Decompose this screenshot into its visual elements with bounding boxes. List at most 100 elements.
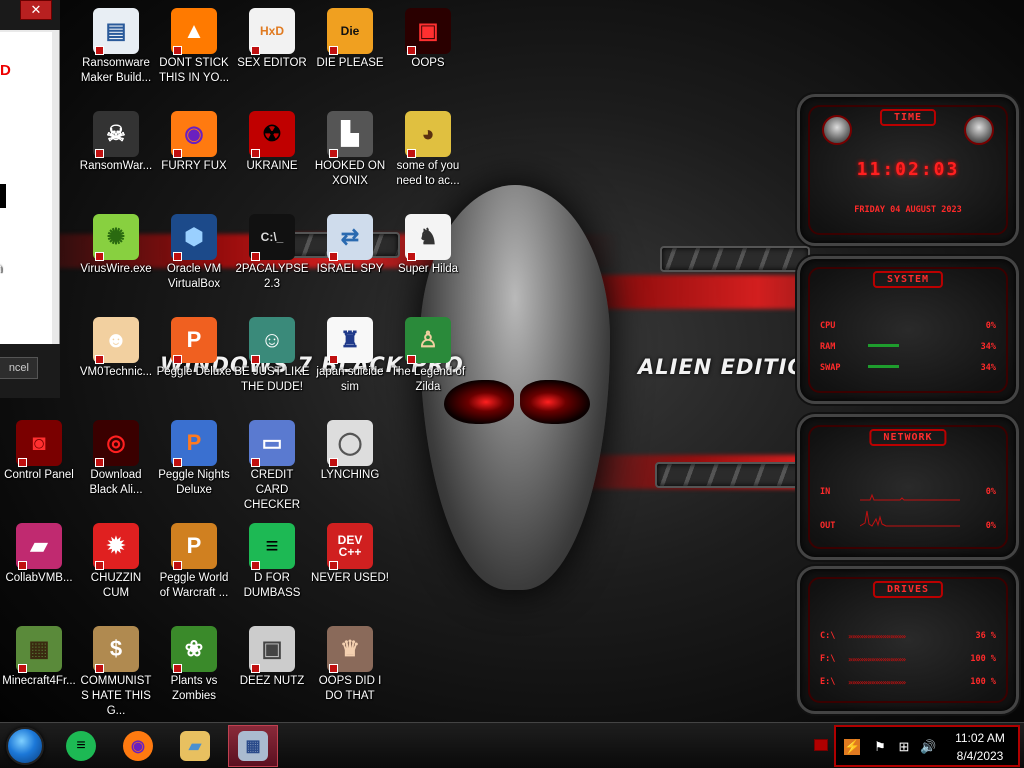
network-row-value: 0% bbox=[985, 521, 996, 531]
shortcut-arrow-icon bbox=[329, 561, 338, 570]
shortcut-arrow-icon bbox=[407, 149, 416, 158]
desktop-icon-image: ▙ bbox=[327, 111, 373, 158]
clock-gadget[interactable]: TIME 11:02:03 FRIDAY 04 AUGUST 2023 bbox=[797, 94, 1019, 246]
desktop-icon-image: ♛ bbox=[327, 626, 373, 673]
shortcut-arrow-icon bbox=[329, 46, 338, 55]
icon-glyph: ◙ bbox=[32, 430, 46, 455]
tray-clock-time[interactable]: 11:02 AM bbox=[950, 731, 1010, 745]
desktop-icon[interactable]: ▦ Minecraft4Fr... bbox=[0, 626, 78, 689]
desktop-icon-label: 2PACALYPSE 2.3 bbox=[235, 263, 309, 290]
desktop-icon[interactable]: ▭ CREDIT CARD CHECKER bbox=[233, 420, 311, 513]
tray-clock-date[interactable]: 8/4/2023 bbox=[950, 749, 1010, 763]
desktop-icon[interactable]: ⬢ Oracle VM VirtualBox bbox=[155, 214, 233, 292]
desktop-icon-image: ▦ bbox=[16, 626, 62, 673]
drives-gadget[interactable]: DRIVES C:\ »»»»»»»»»»»»»»» 36 % F:\ »»»»»»»»… bbox=[797, 566, 1019, 714]
alien-right-eye bbox=[520, 380, 590, 424]
system-gadget[interactable]: SYSTEM CPU 0% RAM 34% SWAP 34% bbox=[797, 256, 1019, 404]
icon-glyph: C:\_ bbox=[260, 230, 284, 244]
explorer-icon: ▰ bbox=[180, 731, 210, 761]
desktop-icon[interactable]: ♛ OOPS DID I DO THAT bbox=[311, 626, 389, 704]
desktop-icon[interactable]: ☺ BE JUST LIKE THE DUDE! bbox=[233, 317, 311, 395]
desktop-icon-image: ▲ bbox=[171, 8, 217, 55]
taskbar-firefox-button[interactable]: ◉ bbox=[113, 725, 163, 767]
desktop-icon[interactable]: ◉ FURRY FUX bbox=[155, 111, 233, 174]
desktop-icon[interactable]: HxD SEX EDITOR bbox=[233, 8, 311, 71]
action-center-flag-icon[interactable]: ⚑ bbox=[872, 739, 888, 755]
taskbar-spotify-button[interactable]: ≡ bbox=[56, 725, 106, 767]
desktop-icon[interactable]: ◎ Download Black Ali... bbox=[77, 420, 155, 498]
desktop-icon[interactable]: ◕ some of you need to ac... bbox=[389, 111, 467, 189]
desktop-icon[interactable]: P Peggle Deluxe bbox=[155, 317, 233, 380]
desktop-icon[interactable]: ☠ RansomWar... bbox=[77, 111, 155, 174]
shortcut-arrow-icon bbox=[173, 149, 182, 158]
icon-glyph: ▦ bbox=[28, 636, 50, 661]
desktop-icon[interactable]: ♞ Super Hilda bbox=[389, 214, 467, 277]
desktop-icon[interactable]: n bbox=[0, 214, 38, 277]
volume-icon[interactable]: 🔊 bbox=[920, 739, 936, 755]
window-titlebar[interactable]: ✕ bbox=[0, 0, 60, 30]
desktop-icon[interactable]: ♜ japan suicide sim bbox=[311, 317, 389, 395]
desktop-icon-image: $ bbox=[93, 626, 139, 673]
desktop-icon-label: DIE PLEASE bbox=[316, 57, 384, 69]
desktop-icon-image: ✺ bbox=[93, 214, 139, 261]
desktop-icon-label: japan suicide sim bbox=[316, 366, 384, 393]
desktop-icon[interactable]: ▣ OOPS bbox=[389, 8, 467, 71]
network-row-label: IN bbox=[820, 487, 831, 497]
shortcut-arrow-icon bbox=[95, 46, 104, 55]
desktop-icon[interactable]: ❀ Plants vs Zombies bbox=[155, 626, 233, 704]
drive-row: F:\ »»»»»»»»»»»»»»» 100 % bbox=[820, 654, 996, 666]
clock-header: TIME bbox=[879, 109, 937, 126]
desktop-icon[interactable]: ≡ D FOR DUMBASS bbox=[233, 523, 311, 601]
desktop-icon[interactable]: ◯ LYNCHING bbox=[311, 420, 389, 483]
desktop-icon-image: ▭ bbox=[249, 420, 295, 467]
network-gadget[interactable]: NETWORK IN 0% OUT 0% bbox=[797, 414, 1019, 560]
icon-glyph: ☠ bbox=[106, 121, 126, 146]
desktop-icon-label: ISRAEL SPY bbox=[316, 263, 384, 275]
desktop-icon-label: BE JUST LIKE THE DUDE! bbox=[234, 366, 310, 393]
show-hidden-icons-icon[interactable] bbox=[814, 739, 828, 751]
icon-glyph: ⬢ bbox=[184, 224, 204, 249]
system-row-value: 0% bbox=[985, 321, 996, 331]
desktop-icon-image: ▤ bbox=[93, 8, 139, 55]
desktop-icon[interactable]: ▲ DONT STICK THIS IN YO... bbox=[155, 8, 233, 86]
taskbar-remote-button[interactable]: ▦ bbox=[228, 725, 278, 767]
wallpaper-rail bbox=[655, 462, 805, 488]
desktop: WINDOWS 7 BLACK PRO ALIEN EDITION 20 ✕ D… bbox=[0, 0, 1024, 722]
desktop-icon-image: ◙ bbox=[16, 420, 62, 467]
system-row-label: CPU bbox=[820, 321, 836, 331]
desktop-icon-label: VirusWire.exe bbox=[80, 263, 152, 275]
background-window[interactable]: ✕ D ncel bbox=[0, 0, 60, 398]
desktop-icon-label: some of you need to ac... bbox=[396, 160, 460, 187]
desktop-icon[interactable]: ♙ The Legend of Zilda bbox=[389, 317, 467, 395]
desktop-icon[interactable]: C:\_ 2PACALYPSE 2.3 bbox=[233, 214, 311, 292]
window-close-button[interactable]: ✕ bbox=[20, 0, 52, 20]
desktop-icon[interactable]: ▤ Ransomware Maker Build... bbox=[77, 8, 155, 86]
desktop-icon[interactable]: ▣ DEEZ NUTZ bbox=[233, 626, 311, 689]
desktop-icon-label: D FOR DUMBASS bbox=[243, 572, 301, 599]
desktop-icon[interactable]: DEV C++ NEVER USED! bbox=[311, 523, 389, 586]
desktop-icon[interactable]: ☻ VM0Technic... bbox=[77, 317, 155, 380]
cancel-button[interactable]: ncel bbox=[0, 357, 38, 379]
system-row-cpu: CPU 0% bbox=[820, 321, 996, 333]
desktop-icon[interactable]: ▰ CollabVMB... bbox=[0, 523, 78, 586]
desktop-icon[interactable]: P Peggle World of Warcraft ... bbox=[155, 523, 233, 601]
desktop-icon[interactable]: ◙ Control Panel bbox=[0, 420, 78, 483]
desktop-icon[interactable]: ⇄ ISRAEL SPY bbox=[311, 214, 389, 277]
desktop-icon[interactable]: $ COMMUNISTS HATE THIS G... bbox=[77, 626, 155, 719]
desktop-icon[interactable]: Die DIE PLEASE bbox=[311, 8, 389, 71]
system-row-bar bbox=[868, 344, 899, 347]
icon-glyph: ▣ bbox=[417, 18, 439, 43]
desktop-icon-image: ☻ bbox=[93, 317, 139, 364]
desktop-icon[interactable]: ☢ UKRAINE bbox=[233, 111, 311, 174]
taskbar-explorer-button[interactable]: ▰ bbox=[170, 725, 220, 767]
shortcut-arrow-icon bbox=[173, 46, 182, 55]
desktop-icon[interactable]: ✹ CHUZZIN CUM bbox=[77, 523, 155, 601]
desktop-icon[interactable]: ✺ VirusWire.exe bbox=[77, 214, 155, 277]
desktop-icon-image: ▣ bbox=[249, 626, 295, 673]
start-button[interactable] bbox=[6, 727, 44, 765]
system-row-bar bbox=[868, 365, 899, 368]
desktop-icon[interactable]: ▙ HOOKED ON XONIX bbox=[311, 111, 389, 189]
desktop-icon[interactable]: P Peggle Nights Deluxe bbox=[155, 420, 233, 498]
tray-app-icon[interactable]: ⚡ bbox=[844, 739, 860, 755]
network-icon[interactable]: ⊞ bbox=[896, 739, 912, 755]
